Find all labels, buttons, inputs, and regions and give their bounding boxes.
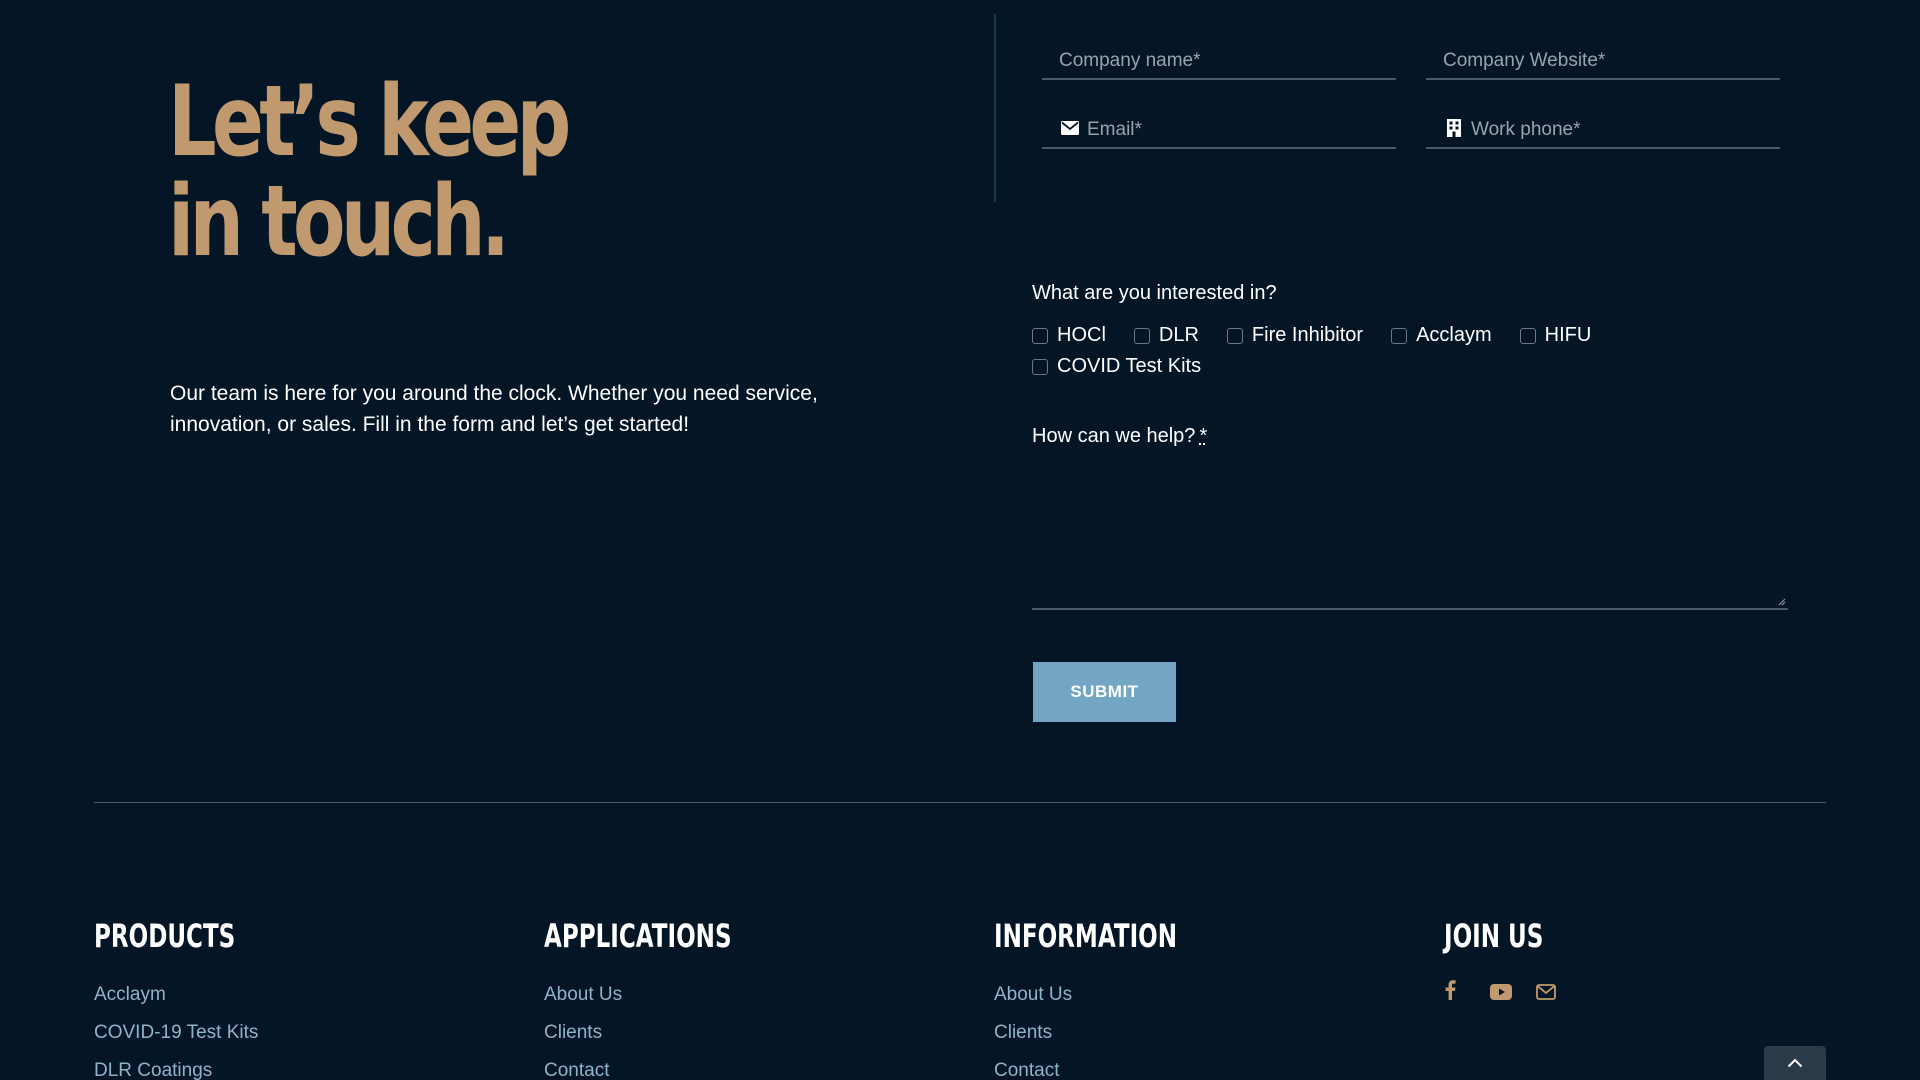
company-name-field[interactable] [1042,40,1396,80]
footer-products-column: PRODUCTS Acclaym COVID-19 Test Kits DLR … [94,918,494,1080]
option-label: COVID Test Kits [1057,355,1202,377]
interest-checkbox-row: COVID Test Kits [1032,355,1229,378]
interest-option-hocl[interactable]: HOCl [1032,324,1106,347]
footer-join-column: JOIN US [1444,917,1844,1000]
company-website-field[interactable] [1426,40,1780,80]
option-label: Fire Inhibitor [1251,324,1364,346]
required-marker: * [1199,425,1208,447]
interest-option-hifu[interactable]: HIFU [1519,324,1592,347]
interest-label: What are you interested in? [1032,282,1277,304]
footer-divider [94,802,1826,803]
interest-option-covid-test-kits[interactable]: COVID Test Kits [1032,355,1201,378]
footer-link-covid-test-kits[interactable]: COVID-19 Test Kits [94,1014,494,1052]
submit-button[interactable]: SUBMIT [1033,662,1176,722]
footer-link-contact[interactable]: Contact [544,1052,944,1080]
company-website-input[interactable] [1443,50,1780,76]
chevron-up-icon [1787,1058,1803,1068]
footer-information-column: INFORMATION About Us Clients Contact [994,918,1394,1080]
company-name-input[interactable] [1059,50,1396,76]
facebook-icon[interactable] [1444,976,1466,1000]
title-line-2: in touch. [168,165,510,279]
social-links [1444,976,1844,1000]
footer-link-clients[interactable]: Clients [544,1014,944,1052]
checkbox[interactable] [1032,327,1048,344]
footer-applications-column: APPLICATIONS About Us Clients Contact [544,918,944,1080]
work-phone-input[interactable] [1471,119,1780,145]
work-phone-field[interactable] [1426,109,1780,149]
back-to-top-button[interactable] [1764,1046,1826,1080]
option-label: HOCl [1057,324,1106,346]
interest-checkbox-row: HOCl DLR Fire Inhibitor Acclaym HIFU [1032,324,1619,347]
help-textarea-wrapper[interactable] [1032,468,1792,612]
help-label-text: How can we help? [1032,425,1196,447]
resize-handle-icon[interactable] [1776,596,1786,606]
building-icon [1443,117,1465,139]
interest-option-acclaym[interactable]: Acclaym [1391,324,1492,347]
intro-paragraph: Our team is here for you around the cloc… [170,382,818,436]
checkbox[interactable] [1391,327,1408,344]
footer-link-clients[interactable]: Clients [994,1014,1394,1052]
footer-heading-applications: APPLICATIONS [544,917,732,955]
youtube-icon[interactable] [1490,976,1512,1000]
footer-link-about-us[interactable]: About Us [544,976,944,1014]
page-title: Let’s keep in touch. [168,65,571,279]
footer-link-about-us[interactable]: About Us [994,976,1394,1014]
checkbox[interactable] [1226,327,1243,344]
contact-page: Let’s keep in touch. Our team is here fo… [0,0,1920,1080]
option-label: HIFU [1544,324,1592,346]
option-label: DLR [1158,324,1199,346]
envelope-icon [1059,117,1081,139]
footer-heading-join: JOIN US [1444,917,1544,955]
option-label: Acclaym [1416,324,1492,346]
footer-link-dlr-coatings[interactable]: DLR Coatings [94,1052,494,1080]
footer-link-contact[interactable]: Contact [994,1052,1394,1080]
title-line-1: Let’s keep [168,65,571,179]
envelope-icon[interactable] [1536,976,1558,1000]
footer-heading-products: PRODUCTS [94,917,236,955]
email-field[interactable] [1042,109,1396,149]
footer-heading-information: INFORMATION [994,917,1178,955]
checkbox[interactable] [1519,327,1536,344]
checkbox[interactable] [1133,327,1150,344]
interest-option-fire-inhibitor[interactable]: Fire Inhibitor [1226,324,1364,347]
checkbox[interactable] [1032,358,1048,375]
help-textarea[interactable] [1032,468,1792,612]
email-input[interactable] [1087,119,1396,145]
footer-link-acclaym[interactable]: Acclaym [94,976,494,1014]
interest-option-dlr[interactable]: DLR [1133,324,1199,347]
help-label: How can we help? * [1032,425,1207,448]
vertical-divider [994,14,996,202]
